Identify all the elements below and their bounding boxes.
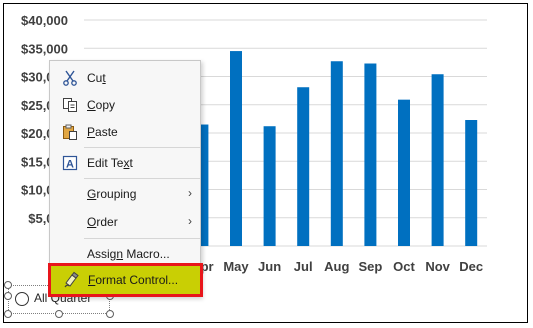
y-tick-label: $40,000 bbox=[21, 13, 68, 28]
bar-oct[interactable] bbox=[398, 99, 410, 246]
paste-icon bbox=[62, 124, 78, 140]
bar-nov[interactable] bbox=[431, 74, 444, 247]
menu-item-edit-text[interactable]: A Edit Text bbox=[50, 151, 200, 175]
menu-item-order[interactable]: Order › bbox=[50, 210, 200, 234]
menu-label-format-control: Format Control... bbox=[88, 273, 179, 287]
menu-item-cut[interactable]: Cut bbox=[50, 66, 200, 90]
menu-separator bbox=[84, 238, 200, 239]
selection-handle[interactable] bbox=[106, 310, 114, 318]
copy-icon bbox=[62, 97, 78, 113]
menu-label-assign-macro: Assign Macro... bbox=[87, 247, 170, 261]
bar-sep[interactable] bbox=[364, 63, 377, 246]
menu-item-format-control[interactable]: Format Control... bbox=[48, 263, 203, 297]
menu-item-grouping[interactable]: Grouping › bbox=[50, 182, 200, 206]
x-tick-label: May bbox=[223, 259, 249, 274]
selection-handle[interactable] bbox=[4, 281, 12, 289]
x-tick-label: Nov bbox=[425, 259, 450, 274]
scissors-icon bbox=[62, 70, 78, 86]
y-tick-label: $35,000 bbox=[21, 41, 68, 56]
svg-text:A: A bbox=[66, 159, 74, 171]
menu-item-assign-macro[interactable]: Assign Macro... bbox=[50, 242, 200, 266]
x-tick-label: Aug bbox=[324, 259, 349, 274]
menu-label-paste: Paste bbox=[87, 125, 118, 139]
menu-separator bbox=[84, 178, 200, 179]
menu-item-paste[interactable]: Paste bbox=[50, 120, 200, 144]
context-menu: Cut Copy Paste A Edit Text Grouping › Or… bbox=[48, 60, 203, 297]
x-tick-label: Oct bbox=[393, 259, 415, 274]
menu-label-edit-text: Edit Text bbox=[87, 156, 133, 170]
menu-separator bbox=[84, 147, 200, 148]
bar-jun[interactable] bbox=[263, 126, 276, 246]
menu-label-order: Order bbox=[87, 215, 118, 229]
radio-button[interactable] bbox=[15, 292, 29, 306]
edit-text-icon: A bbox=[62, 155, 78, 171]
x-tick-label: Jun bbox=[258, 259, 281, 274]
menu-label-cut: Cut bbox=[87, 71, 106, 85]
chevron-right-icon: › bbox=[188, 214, 192, 228]
selection-handle[interactable] bbox=[4, 310, 12, 318]
selection-handle[interactable] bbox=[4, 292, 12, 300]
bar-aug[interactable] bbox=[330, 61, 343, 247]
menu-label-grouping: Grouping bbox=[87, 187, 137, 201]
bar-may[interactable] bbox=[230, 51, 242, 247]
selection-handle[interactable] bbox=[55, 310, 63, 318]
bar-dec[interactable] bbox=[465, 120, 478, 246]
menu-label-copy: Copy bbox=[87, 98, 116, 112]
bar-jul[interactable] bbox=[297, 87, 310, 246]
x-tick-label: Jul bbox=[294, 259, 313, 274]
menu-item-copy[interactable]: Copy bbox=[50, 93, 200, 117]
chevron-right-icon: › bbox=[188, 186, 192, 200]
x-tick-label: Dec bbox=[459, 259, 483, 274]
x-tick-label: Sep bbox=[358, 259, 382, 274]
format-control-icon bbox=[63, 271, 79, 288]
